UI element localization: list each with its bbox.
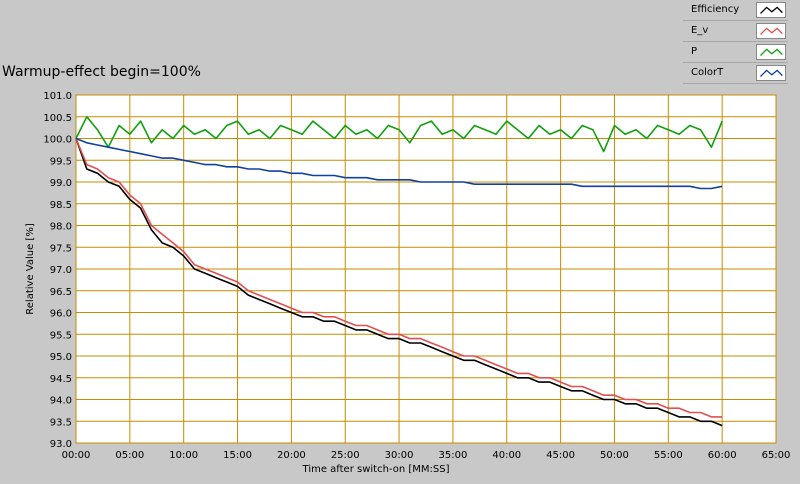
y-tick-label: 93.5: [50, 417, 72, 428]
x-tick-label: 30:00: [385, 450, 414, 461]
x-tick-label: 05:00: [115, 450, 144, 461]
y-tick-label: 96.0: [50, 309, 72, 320]
x-tick-label: 00:00: [62, 450, 91, 461]
y-tick-label: 93.0: [50, 439, 72, 450]
x-tick-label: 55:00: [654, 450, 683, 461]
y-tick-label: 95.0: [50, 352, 72, 363]
x-tick-label: 60:00: [708, 450, 737, 461]
x-tick-label: 15:00: [223, 450, 252, 461]
y-tick-label: 98.0: [50, 222, 72, 233]
y-tick-label: 100.0: [43, 135, 72, 146]
x-tick-label: 40:00: [492, 450, 521, 461]
chart-svg: 101.0 100.5 100.0 99.5 99.0 98.5 98.0 97.5 97.0 9…: [25, 91, 791, 475]
y-tick-label: 101.0: [43, 91, 72, 102]
y-tick-label: 99.5: [50, 156, 72, 167]
y-tick-label: 99.0: [50, 178, 72, 189]
x-tick-label: 10:00: [169, 450, 198, 461]
y-tick-label: 94.0: [50, 396, 72, 407]
y-tick-label: 95.5: [50, 330, 72, 341]
x-tick-label: 65:00: [762, 450, 791, 461]
y-tick-label: 94.5: [50, 374, 72, 385]
x-tick-label: 35:00: [439, 450, 468, 461]
x-axis-label: Time after switch-on [MM:SS]: [302, 464, 450, 475]
y-tick-label: 96.5: [50, 287, 72, 298]
y-axis-label: Relative Value [%]: [25, 223, 36, 315]
y-tick-label: 100.5: [43, 113, 72, 124]
x-tick-label: 25:00: [331, 450, 360, 461]
x-tick-label: 45:00: [546, 450, 575, 461]
y-tick-label: 98.5: [50, 200, 72, 211]
x-tick-label: 20:00: [277, 450, 306, 461]
y-tick-label: 97.0: [50, 265, 72, 276]
x-tick-label: 50:00: [600, 450, 629, 461]
y-tick-label: 97.5: [50, 243, 72, 254]
